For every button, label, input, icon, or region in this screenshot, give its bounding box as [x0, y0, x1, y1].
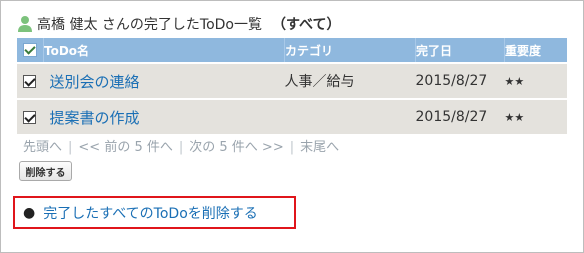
user-icon: [18, 16, 32, 32]
pager-separator: |: [68, 140, 73, 155]
title-filter: （すべて）: [271, 17, 341, 33]
todo-name-link[interactable]: 送別会の連絡: [44, 73, 140, 91]
header-todo-name[interactable]: ToDo名: [43, 38, 285, 63]
priority-stars: ★★: [504, 75, 525, 88]
todo-name-cell: 送別会の連絡: [43, 62, 285, 99]
header-completed-date[interactable]: 完了日: [415, 38, 505, 63]
header-category[interactable]: カテゴリ: [284, 38, 416, 63]
category-cell: [284, 98, 416, 134]
delete-button[interactable]: 削除する: [19, 161, 72, 181]
table-row: 送別会の連絡 人事／給与 2015/8/27 ★★: [17, 62, 567, 99]
row-checkbox-cell: [17, 98, 44, 134]
table-row: 提案書の作成 2015/8/27 ★★: [17, 98, 567, 134]
delete-all-completed-link[interactable]: 完了したすべてのToDoを削除する: [43, 203, 258, 223]
todo-name-link[interactable]: 提案書の作成: [44, 109, 140, 127]
date-cell: 2015/8/27: [415, 62, 505, 99]
priority-cell: ★★: [504, 62, 567, 99]
select-all-checkbox-icon[interactable]: [23, 43, 37, 58]
todo-panel: 高橋 健太 さんの完了したToDo一覧 （すべて） ToDo名 カテゴリ 完了日…: [0, 0, 584, 253]
todo-name-cell: 提案書の作成: [43, 98, 285, 134]
pager-separator: |: [178, 140, 184, 155]
header-priority[interactable]: 重要度: [504, 38, 567, 63]
title-text: 高橋 健太 さんの完了したToDo一覧: [37, 17, 262, 33]
pager-first: 先頭へ: [23, 140, 63, 155]
pager-prev: << 前の 5 件へ: [78, 140, 173, 155]
pager-separator: |: [289, 140, 295, 155]
todo-table: ToDo名 カテゴリ 完了日 重要度 送別会の連絡 人事／給与 2015/8/2…: [17, 38, 567, 134]
priority-cell: ★★: [504, 98, 567, 134]
pager-last: 末尾へ: [300, 140, 340, 155]
highlight-box: ● 完了したすべてのToDoを削除する: [13, 196, 296, 229]
priority-stars: ★★: [504, 111, 525, 124]
bullet-icon: ●: [23, 204, 36, 221]
row-checkbox[interactable]: [23, 74, 36, 88]
row-checkbox-cell: [17, 62, 44, 99]
category-cell: 人事／給与: [284, 62, 416, 99]
completed-date: 2015/8/27: [415, 109, 488, 125]
row-checkbox[interactable]: [23, 110, 36, 124]
category-text: 人事／給与: [284, 74, 355, 90]
pagination: 先頭へ | << 前の 5 件へ | 次の 5 件へ >> | 末尾へ: [19, 136, 343, 155]
header-checkbox-cell: [17, 38, 44, 63]
page-title: 高橋 健太 さんの完了したToDo一覧 （すべて）: [17, 13, 340, 35]
completed-date: 2015/8/27: [415, 73, 488, 89]
pager-next: 次の 5 件へ >>: [189, 140, 284, 155]
date-cell: 2015/8/27: [415, 98, 505, 134]
table-header-row: ToDo名 カテゴリ 完了日 重要度: [17, 38, 567, 63]
